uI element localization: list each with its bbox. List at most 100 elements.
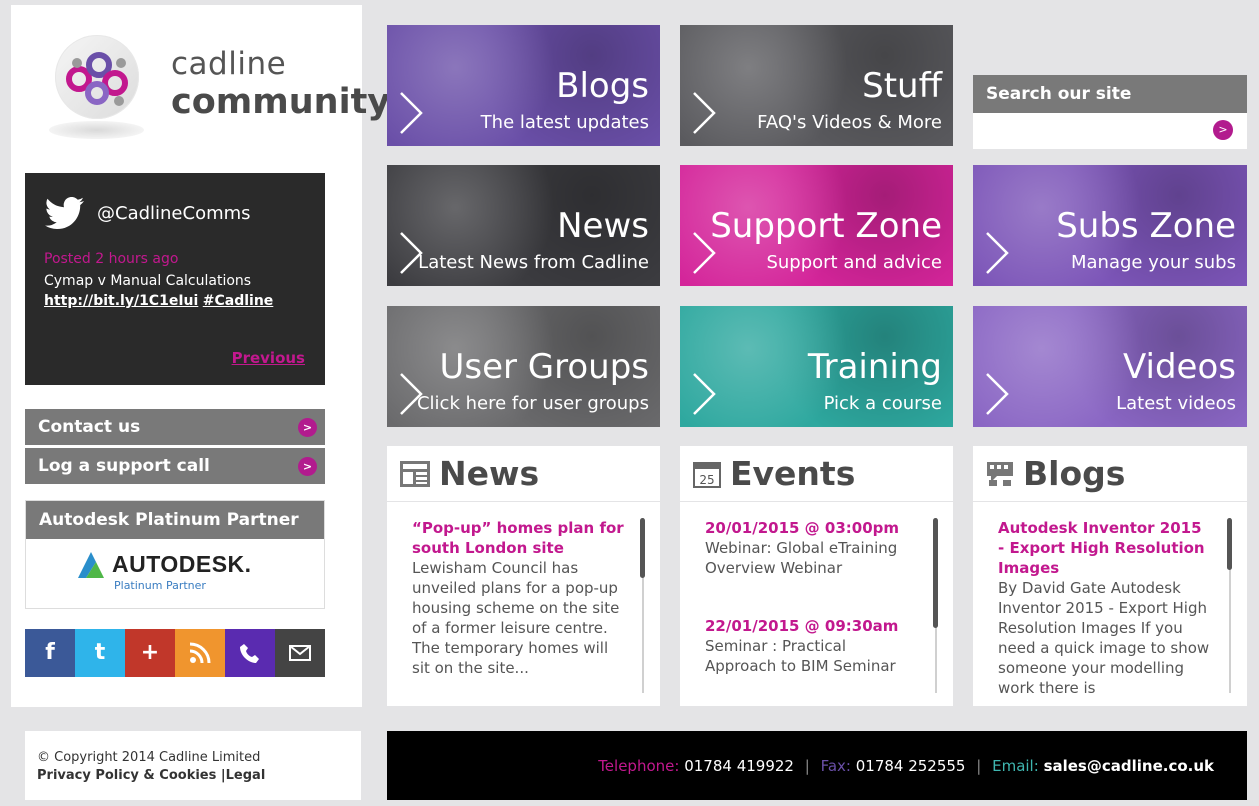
social-links: f t + [25,629,325,677]
envelope-glyph-icon [289,645,311,661]
tile-user-groups[interactable]: User Groups Click here for user groups [387,306,660,427]
logo-emblem [55,35,139,119]
autodesk-a-icon [78,551,104,578]
blogs-scrollbar[interactable] [1227,518,1232,570]
footer-contact-bar: Telephone: 01784 419922 | Fax: 01784 252… [387,731,1247,800]
blog-item-title[interactable]: Autodesk Inventor 2015 - Export High Res… [998,518,1210,578]
autodesk-partner-box[interactable]: Autodesk Platinum Partner AUTODESK. Plat… [25,500,325,609]
telephone-label: Telephone: [598,757,680,775]
fax-label: Fax: [820,757,851,775]
copyright-text: © Copyright 2014 Cadline Limited [37,750,261,765]
site-logo[interactable]: cadline community [41,31,390,141]
tile-news[interactable]: News Latest News from Cadline [387,165,660,286]
tweet-body: Cymap v Manual Calculations [44,273,252,289]
arrow-right-icon: > [298,418,317,437]
tile-subtitle: Click here for user groups [416,393,649,414]
twitter-feed: @CadlineComms Posted 2 hours ago Cymap v… [25,173,325,385]
platinum-partner-label: Platinum Partner [114,579,206,592]
events-panel-body: 20/01/2015 @ 03:00pm Webinar: Global eTr… [705,518,917,698]
logo-line-1: cadline [171,46,287,82]
phone-glyph-icon [240,644,259,663]
tweet-url-link[interactable]: http://bit.ly/1C1eIui [44,293,198,309]
blog-chat-icon [987,461,1013,486]
chevron-right-icon [693,232,716,274]
calendar-icon: 25 [693,461,721,488]
autodesk-logo: AUTODESK. [76,551,252,578]
email-icon[interactable] [275,629,325,677]
blogs-panel: Blogs Autodesk Inventor 2015 - Export Hi… [973,446,1247,706]
tile-title: User Groups [439,347,649,387]
events-scrollbar[interactable] [933,518,938,628]
search-heading: Search our site [973,75,1247,113]
news-item-title[interactable]: “Pop-up” homes plan for south London sit… [412,518,624,558]
event-2-date[interactable]: 22/01/2015 @ 09:30am [705,616,917,636]
tweet-hashtag-link[interactable]: #Cadline [203,293,274,309]
phone-icon[interactable] [225,629,275,677]
contact-us-label: Contact us [38,417,141,437]
tile-subtitle: The latest updates [480,112,649,133]
news-panel-header: News [387,446,660,502]
log-support-call-button[interactable]: Log a support call > [25,448,325,484]
tile-title: Training [807,347,942,387]
logo-shadow [49,121,144,139]
legal-link[interactable]: Legal [226,768,266,783]
tile-subtitle: Manage your subs [1070,252,1236,273]
tile-stuff[interactable]: Stuff FAQ's Videos & More [680,25,953,146]
log-support-call-label: Log a support call [38,456,210,476]
twitter-bird-icon [45,197,84,229]
tile-subtitle: Support and advice [766,252,942,273]
fax-number: 01784 252555 [855,757,966,775]
contact-us-button[interactable]: Contact us > [25,409,325,445]
tile-title: News [557,206,649,246]
rss-glyph-icon [189,642,211,664]
tile-title: Videos [1123,347,1236,387]
tile-title: Support Zone [710,206,942,246]
rss-icon[interactable] [175,629,225,677]
tile-support-zone[interactable]: Support Zone Support and advice [680,165,953,286]
tweet-text: Cymap v Manual Calculations http://bit.l… [44,271,273,311]
blogs-panel-header: Blogs [973,446,1247,502]
blog-item-text: By David Gate Autodesk Inventor 2015 - E… [998,579,1210,697]
tile-subs-zone[interactable]: Subs Zone Manage your subs [973,165,1247,286]
chevron-right-icon [693,373,716,415]
tile-videos[interactable]: Videos Latest videos [973,306,1247,427]
privacy-link[interactable]: Privacy Policy & Cookies [37,768,216,783]
logo-line-2: community [171,82,391,122]
news-panel: News “Pop-up” homes plan for south Londo… [387,446,660,706]
newspaper-icon [400,460,430,487]
tile-training[interactable]: Training Pick a course [680,306,953,427]
event-spacer [705,578,917,616]
facebook-icon[interactable]: f [25,629,75,677]
autodesk-wordmark: AUTODESK. [112,551,252,577]
telephone-number[interactable]: 01784 419922 [684,757,794,775]
event-1-text: Webinar: Global eTraining Overview Webin… [705,539,898,577]
google-plus-icon[interactable]: + [125,629,175,677]
event-1-date[interactable]: 20/01/2015 @ 03:00pm [705,518,917,538]
chevron-right-icon [400,373,423,415]
twitter-icon[interactable]: t [75,629,125,677]
previous-tweet-link[interactable]: Previous [232,349,305,367]
news-scrollbar[interactable] [640,518,645,578]
tweet-time: Posted 2 hours ago [44,251,179,267]
search-box: Search our site > [973,75,1247,149]
tile-title: Blogs [556,66,649,106]
events-panel-title: Events [730,454,856,493]
email-label: Email: [992,757,1039,775]
tweet-links: http://bit.ly/1C1eIui #Cadline [44,291,273,311]
news-item-text: Lewisham Council has unveiled plans for … [412,559,620,677]
chevron-right-icon [986,232,1009,274]
footer-links: Privacy Policy & Cookies |Legal [37,767,361,785]
chevron-right-icon [400,232,423,274]
events-panel-header: 25 Events [680,446,953,502]
event-2-text: Seminar : Practical Approach to BIM Semi… [705,637,896,675]
search-input[interactable] [973,113,1213,147]
tile-blogs[interactable]: Blogs The latest updates [387,25,660,146]
partner-heading: Autodesk Platinum Partner [26,501,324,539]
news-panel-title: News [439,454,540,493]
search-submit-button[interactable]: > [1213,120,1233,140]
separator: | [976,757,982,775]
blogs-panel-body: Autodesk Inventor 2015 - Export High Res… [998,518,1210,698]
email-address-link[interactable]: sales@cadline.co.uk [1044,757,1214,775]
chevron-right-icon [693,92,716,134]
twitter-handle[interactable]: @CadlineComms [97,203,251,224]
